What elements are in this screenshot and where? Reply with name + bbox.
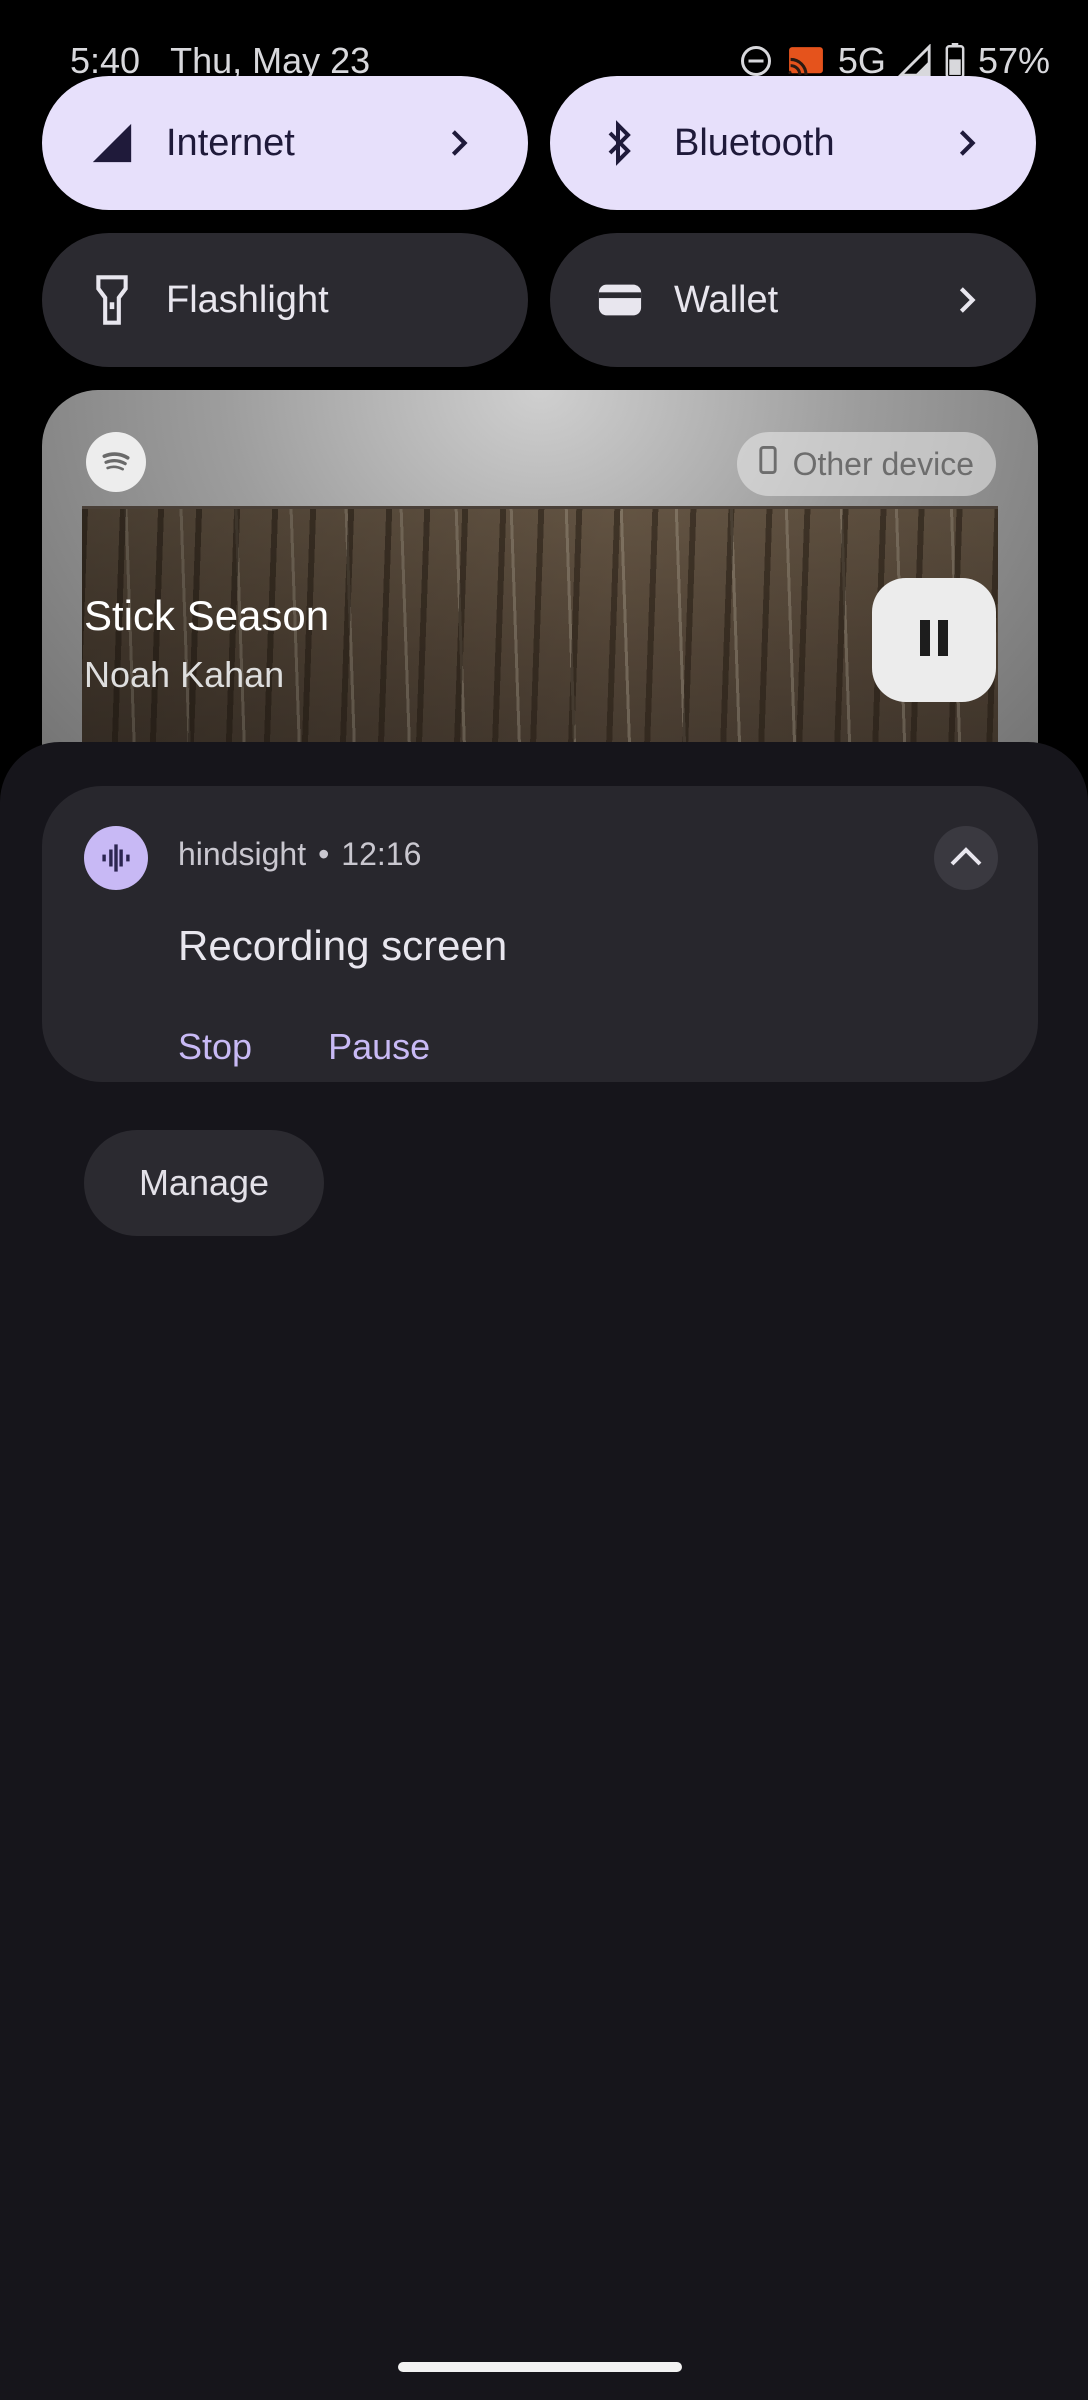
wallet-icon bbox=[596, 276, 644, 324]
spotify-icon bbox=[86, 432, 146, 492]
signal-icon bbox=[897, 44, 932, 78]
notification-title: Recording screen bbox=[178, 922, 508, 969]
song-artist: Noah Kahan bbox=[84, 654, 285, 695]
tile-internet[interactable]: Internet bbox=[42, 76, 528, 210]
tile-flashlight-label: Flashlight bbox=[166, 278, 329, 321]
phone-icon bbox=[758, 445, 777, 483]
manage-button[interactable]: Manage bbox=[84, 1130, 324, 1236]
notification-panel: hindsight • 12:16 Recording screen Stop … bbox=[0, 742, 1088, 2400]
cast-icon bbox=[786, 43, 826, 79]
tile-bluetooth[interactable]: Bluetooth bbox=[550, 76, 1036, 210]
tile-wallet-label: Wallet bbox=[674, 278, 779, 321]
tile-internet-label: Internet bbox=[166, 121, 295, 164]
tile-flashlight[interactable]: Flashlight bbox=[42, 233, 528, 367]
output-device-chip[interactable]: Other device bbox=[736, 432, 996, 496]
battery-percent: 57% bbox=[977, 40, 1050, 81]
collapse-button[interactable] bbox=[934, 826, 998, 890]
pause-icon bbox=[916, 618, 952, 663]
chevron-right-icon bbox=[944, 277, 990, 323]
notification-time: 12:16 bbox=[341, 836, 422, 872]
notification-separator: • bbox=[318, 836, 330, 872]
stop-button[interactable]: Stop bbox=[178, 1026, 252, 1068]
tile-wallet[interactable]: Wallet bbox=[550, 233, 1036, 367]
pause-action-button[interactable]: Pause bbox=[328, 1026, 430, 1068]
battery-icon bbox=[944, 43, 966, 79]
song-title: Stick Season bbox=[84, 592, 330, 639]
home-indicator[interactable] bbox=[398, 2362, 682, 2372]
tile-bluetooth-label: Bluetooth bbox=[674, 121, 835, 164]
notification-app-name: hindsight bbox=[178, 836, 307, 872]
bluetooth-icon bbox=[596, 119, 644, 167]
notification-card[interactable]: hindsight • 12:16 Recording screen Stop … bbox=[42, 786, 1038, 1082]
flashlight-icon bbox=[88, 275, 136, 325]
audio-wave-icon bbox=[84, 826, 148, 890]
output-device-label: Other device bbox=[792, 445, 974, 482]
chevron-up-icon bbox=[950, 846, 982, 871]
do-not-disturb-icon bbox=[738, 43, 774, 79]
chevron-right-icon bbox=[944, 120, 990, 166]
chevron-right-icon bbox=[436, 120, 482, 166]
signal-icon bbox=[88, 119, 136, 167]
pause-button[interactable] bbox=[872, 578, 996, 702]
